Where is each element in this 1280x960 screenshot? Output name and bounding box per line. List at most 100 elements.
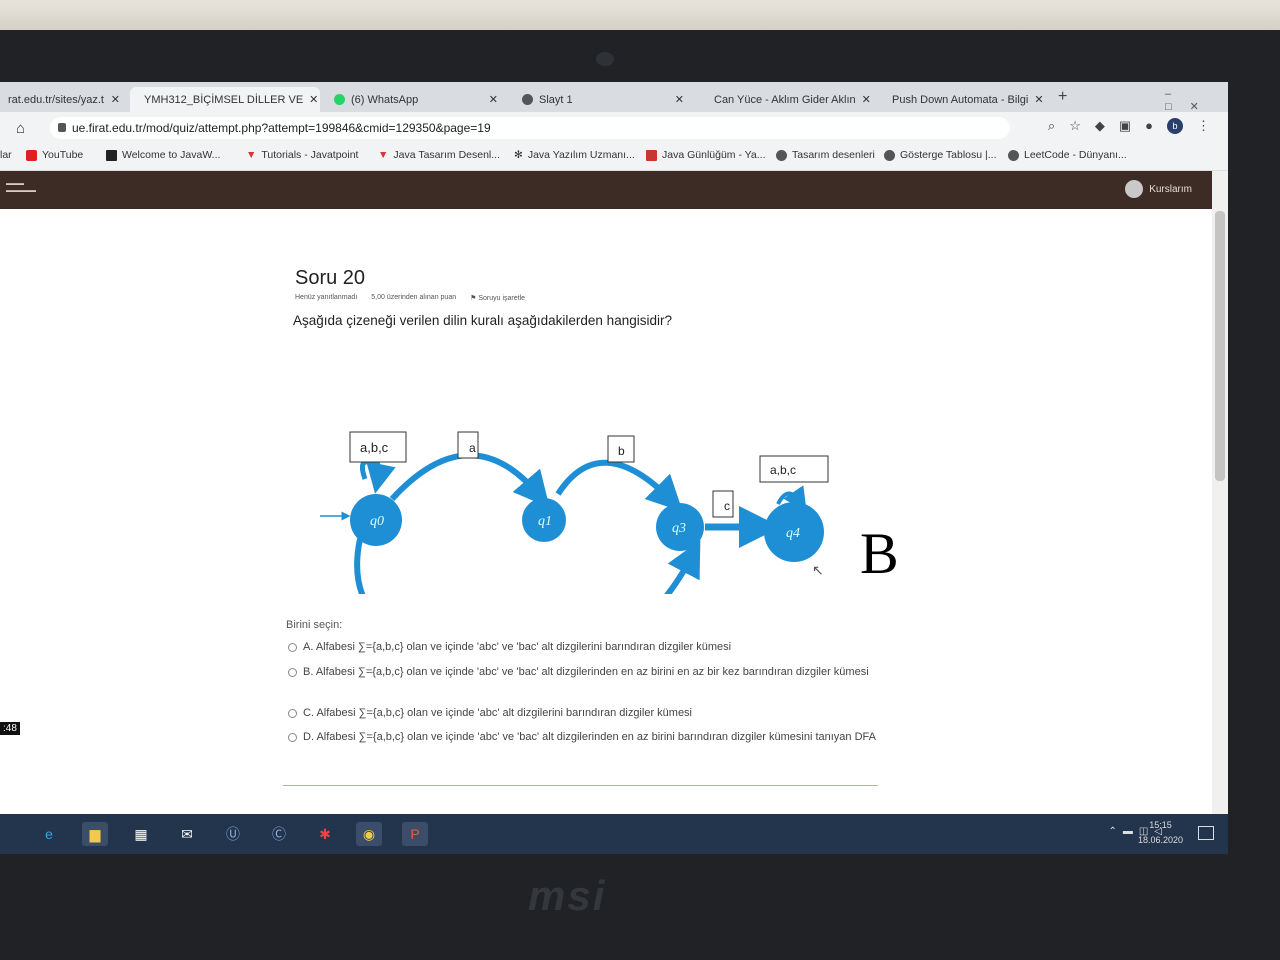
answer-option-b[interactable]: B. Alfabesi ∑={a,b,c} olan ve içinde 'ab…: [288, 664, 878, 680]
bookmarks-bar: ⌕ ☆ ◆ ▣ ● b ⋮ lar YouTube Welcome to Jav…: [0, 118, 1228, 171]
extension-icon[interactable]: ▣: [1119, 118, 1131, 134]
answer-option-d[interactable]: D. Alfabesi ∑={a,b,c} olan ve içinde 'ab…: [288, 729, 878, 745]
bookmark-java-yazilim[interactable]: ✻ Java Yazılım Uzmanı...: [514, 149, 635, 161]
lock-icon: [58, 123, 66, 132]
powerpoint-icon[interactable]: P: [402, 822, 428, 846]
file-explorer-icon[interactable]: ▆: [82, 822, 108, 846]
question-text: Aşağıda çizeneği verilen dilin kuralı aş…: [293, 313, 672, 328]
taskbar: e ▆ ▦ ✉ Ⓤ Ⓒ ✱ ◉ P ⌃▬◫◁ 15:15 18.06.2020: [0, 814, 1228, 854]
state-label: q1: [538, 514, 552, 529]
state-label: q4: [786, 526, 800, 541]
globe-icon: [1008, 149, 1019, 161]
globe-icon: [522, 94, 533, 105]
bookmark-tasarim[interactable]: Tasarım desenleri: [776, 149, 875, 161]
left-clock: :48: [0, 722, 20, 735]
store-icon[interactable]: ▦: [128, 822, 154, 846]
extension-icon[interactable]: ◆: [1095, 118, 1105, 134]
edge-label: c: [724, 499, 730, 513]
tab-3[interactable]: Slayt 1 ✕: [514, 87, 692, 112]
close-icon[interactable]: ✕: [309, 93, 318, 106]
clock[interactable]: 15:15 18.06.2020: [1138, 818, 1183, 848]
radio-button[interactable]: [288, 732, 297, 742]
edge-q0-q1: [389, 452, 550, 508]
radio-button[interactable]: [288, 667, 297, 677]
tab-5[interactable]: Push Down Automata - Bilgi ✕: [878, 87, 1050, 112]
tab-strip: rat.edu.tr/sites/yaz.t ✕ YMH312_BİÇİMSEL …: [0, 82, 1228, 113]
bookmark-javatpoint[interactable]: ▼ Tutorials - Javatpoint: [246, 149, 358, 161]
app-red-icon[interactable]: ✱: [312, 822, 338, 846]
extension-icon[interactable]: ●: [1145, 118, 1153, 134]
globe-icon: [884, 149, 895, 161]
bookmark-0[interactable]: lar: [0, 149, 12, 161]
profile-avatar[interactable]: b: [1167, 118, 1183, 134]
site-header: ▬▬▬ ▬▬▬▬▬ Kurslarım: [0, 171, 1212, 209]
radio-button[interactable]: [288, 642, 297, 652]
toolbar-icons: ⌕ ☆ ◆ ▣ ● b ⋮: [1048, 118, 1210, 134]
app-c-icon[interactable]: Ⓒ: [266, 822, 292, 846]
flag-question-link[interactable]: ⚑ Soruyu işaretle: [470, 294, 525, 302]
url-text: ue.firat.edu.tr/mod/quiz/attempt.php?att…: [72, 121, 491, 135]
question-status: Henüz yanıtlanmadı: [295, 294, 358, 301]
dfa-diagram: q0 q1 q2 q3 q4 a,b,c a b c a,b,c b a: [320, 431, 829, 594]
menu-icon[interactable]: ⋮: [1197, 118, 1210, 134]
user-avatar[interactable]: [1125, 180, 1144, 198]
question-title: Soru 20: [295, 267, 366, 289]
bookmark-youtube[interactable]: YouTube: [26, 149, 83, 161]
chrome-icon[interactable]: ◉: [356, 822, 382, 846]
tab-0[interactable]: rat.edu.tr/sites/yaz.t ✕: [0, 87, 128, 112]
bookmark-gosterge[interactable]: Gösterge Tablosu |...: [884, 149, 997, 161]
site-logo[interactable]: ▬▬▬ ▬▬▬▬▬: [6, 181, 36, 195]
blog-icon: [646, 149, 657, 161]
divider: [283, 785, 878, 786]
webcam: [596, 52, 614, 66]
close-icon[interactable]: ✕: [111, 93, 120, 106]
edge-label: a,b,c: [360, 440, 389, 455]
tab-label: (6) WhatsApp: [351, 93, 419, 106]
label-box: [712, 490, 734, 518]
answer-option-c[interactable]: C. Alfabesi ∑={a,b,c} olan ve içinde 'ab…: [288, 705, 878, 721]
state-label: q3: [672, 521, 686, 536]
brand-logo: msi: [528, 872, 607, 919]
page-scrollbar[interactable]: [1212, 171, 1228, 854]
edge-label: a: [469, 441, 476, 455]
tab-label: Push Down Automata - Bilgi: [892, 93, 1029, 106]
home-icon[interactable]: ⌂: [16, 120, 25, 137]
javatpoint-icon: ▼: [378, 149, 389, 161]
user-menu-label: Kurslarım: [1149, 183, 1192, 195]
choose-label: Birini seçin:: [286, 619, 343, 631]
window-controls[interactable]: –□✕: [1165, 88, 1228, 113]
tab-label: Slayt 1: [539, 93, 573, 106]
address-bar-row: ⌂ ue.firat.edu.tr/mod/quiz/attempt.php?a…: [0, 112, 1228, 144]
app-u-icon[interactable]: Ⓤ: [220, 822, 246, 846]
edge-icon[interactable]: e: [36, 822, 62, 846]
close-icon[interactable]: ✕: [489, 93, 498, 106]
tab-label: YMH312_BİÇİMSEL DİLLER VE: [144, 93, 304, 106]
bookmark-java-tasarim[interactable]: ▼ Java Tasarım Desenl...: [378, 149, 500, 161]
w-icon: [106, 149, 117, 161]
edge-q0-q2: [354, 538, 366, 594]
new-tab-button[interactable]: +: [1058, 88, 1067, 106]
whatsapp-icon: [334, 94, 345, 105]
mail-icon[interactable]: ✉: [174, 822, 200, 846]
tab-1[interactable]: YMH312_BİÇİMSEL DİLLER VE ✕: [130, 87, 320, 112]
bookmark-leetcode[interactable]: LeetCode - Dünyanı...: [1008, 149, 1127, 161]
zoom-icon[interactable]: ⌕: [1048, 118, 1055, 134]
mouse-cursor-icon: ↖: [812, 562, 824, 578]
close-icon[interactable]: ✕: [1034, 93, 1043, 106]
handwritten-answer: B: [860, 521, 899, 586]
close-icon[interactable]: ✕: [862, 93, 871, 106]
youtube-icon: [26, 149, 37, 161]
bookmark-java-gunlugum[interactable]: Java Günlüğüm - Ya...: [646, 149, 766, 161]
user-menu[interactable]: Kurslarım: [1125, 180, 1192, 198]
radio-button[interactable]: [288, 708, 297, 718]
answer-option-a[interactable]: A. Alfabesi ∑={a,b,c} olan ve içinde 'ab…: [288, 639, 878, 655]
bookmark-javaw[interactable]: Welcome to JavaW...: [106, 149, 220, 161]
url-field[interactable]: ue.firat.edu.tr/mod/quiz/attempt.php?att…: [50, 117, 1010, 139]
notification-icon[interactable]: [1198, 826, 1214, 840]
scrollbar-thumb[interactable]: [1215, 211, 1225, 481]
tab-2[interactable]: (6) WhatsApp ✕: [326, 87, 506, 112]
star-icon[interactable]: ☆: [1069, 118, 1081, 134]
tab-4[interactable]: Can Yüce - Aklım Gider Aklın ✕: [700, 87, 872, 112]
bug-icon: ✻: [514, 149, 523, 161]
close-icon[interactable]: ✕: [675, 93, 684, 106]
